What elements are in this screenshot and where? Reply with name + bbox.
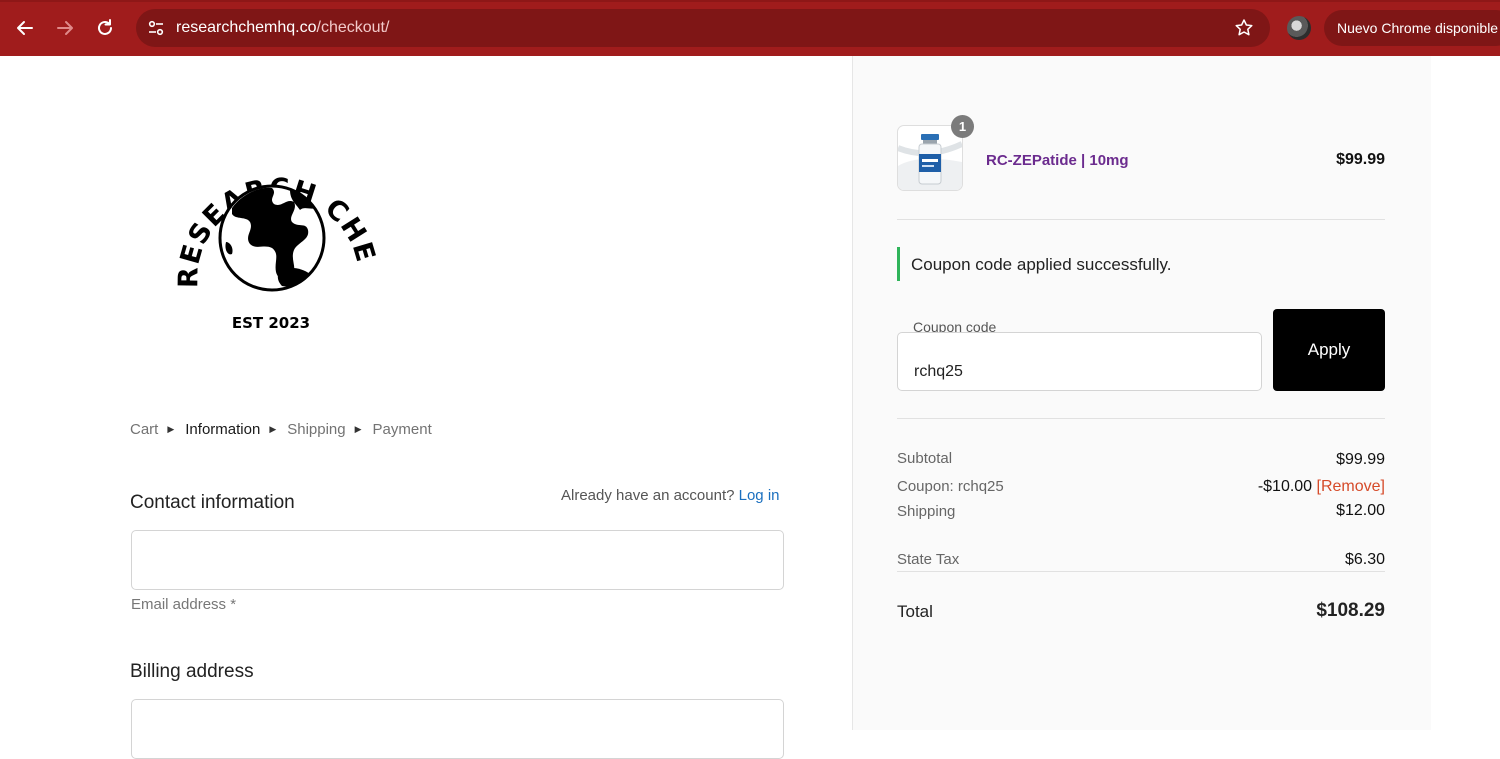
breadcrumb-cart[interactable]: Cart (130, 421, 158, 438)
browser-toolbar: researchchemhq.co/checkout/ Nuevo Chrome… (0, 0, 1500, 56)
tab-strip-edge (0, 0, 1500, 2)
arrow-left-icon (17, 21, 33, 35)
bookmark-star-icon[interactable] (1234, 18, 1254, 38)
email-input[interactable] (131, 530, 784, 590)
subtotal-value: $99.99 (1336, 451, 1385, 468)
breadcrumb-caret-icon: ▶ (269, 424, 277, 434)
profile-avatar[interactable] (1287, 16, 1311, 40)
summary-divider (897, 571, 1385, 572)
globe-icon (218, 184, 326, 292)
coupon-code-input[interactable] (897, 332, 1262, 391)
chrome-update-chip[interactable]: Nuevo Chrome disponible (1324, 10, 1500, 46)
billing-address-title: Billing address (130, 661, 254, 682)
coupon-line-label: Coupon: rchq25 (897, 478, 1004, 495)
url-path: /checkout/ (316, 19, 390, 36)
url-host: researchchemhq.co (176, 19, 317, 36)
forward-button[interactable] (51, 14, 79, 42)
product-name-link[interactable]: RC-ZEPatide | 10mg (986, 152, 1129, 169)
site-settings-icon[interactable] (146, 18, 166, 38)
breadcrumb-caret-icon: ▶ (167, 424, 175, 434)
billing-first-field[interactable] (131, 699, 784, 759)
breadcrumb-information: Information (185, 421, 261, 438)
reload-button[interactable] (91, 14, 119, 42)
coupon-line-value: -$10.00 [Remove] (1200, 478, 1385, 496)
arrow-right-icon (57, 21, 73, 35)
account-prompt: Already have an account? Log in (561, 487, 780, 504)
quantity-badge: 1 (951, 115, 974, 138)
product-thumbnail (897, 125, 963, 191)
breadcrumb-caret-icon: ▶ (354, 424, 362, 434)
breadcrumb-payment: Payment (372, 421, 432, 438)
coupon-success-message: Coupon code applied successfully. (897, 247, 1385, 281)
reload-icon (98, 19, 112, 35)
email-label: Email address * (131, 596, 237, 613)
state-tax-label: State Tax (897, 551, 960, 568)
state-tax-value: $6.30 (1344, 551, 1385, 568)
breadcrumb-shipping: Shipping (287, 421, 346, 438)
back-button[interactable] (11, 14, 39, 42)
logo-est-text: EST 2023 (232, 314, 310, 332)
url-text: researchchemhq.co/checkout/ (176, 19, 389, 37)
vial-image-icon (898, 134, 962, 190)
remove-coupon-link[interactable]: [Remove] (1317, 478, 1385, 495)
apply-coupon-button[interactable]: Apply (1273, 309, 1385, 391)
login-link[interactable]: Log in (739, 487, 780, 504)
subtotal-label: Subtotal (897, 450, 953, 467)
coupon-discount-amount: -$10.00 (1257, 478, 1313, 495)
checkout-breadcrumb: Cart ▶ Information ▶ Shipping ▶ Payment (130, 421, 432, 438)
total-label: Total (897, 602, 933, 621)
account-prompt-text: Already have an account? (561, 487, 735, 504)
shipping-value: $12.00 (1336, 502, 1385, 519)
address-bar[interactable]: researchchemhq.co/checkout/ (136, 9, 1270, 47)
contact-information-title: Contact information (130, 492, 295, 513)
research-chem-logo: RESEARCH CHEM HQ EST 2023 (160, 130, 380, 332)
total-value: $108.29 (1316, 600, 1385, 621)
product-price: $99.99 (1336, 151, 1385, 168)
summary-divider (897, 219, 1385, 220)
summary-divider (897, 418, 1385, 419)
coupon-code-value: rchq25 (914, 363, 963, 380)
shipping-label: Shipping (897, 503, 956, 520)
